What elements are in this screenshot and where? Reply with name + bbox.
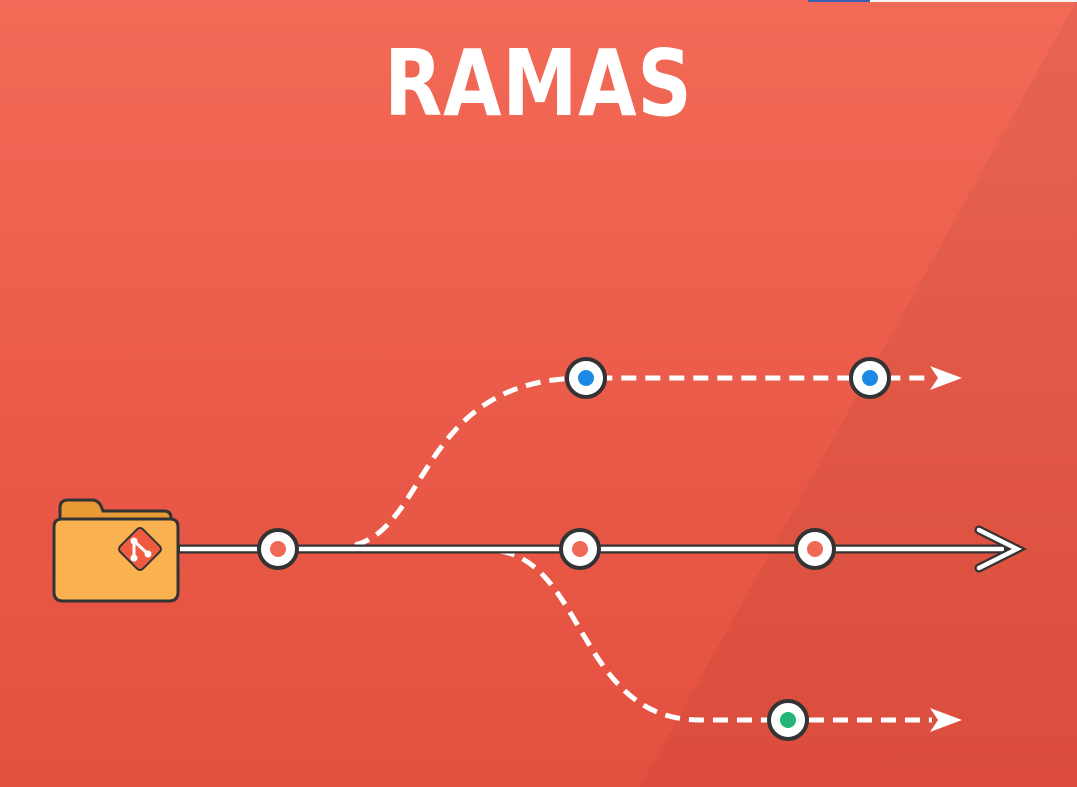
branch-diagram — [52, 357, 1028, 741]
upper-branch-line — [354, 375, 932, 548]
upper-commit-2 — [849, 357, 891, 399]
slide-background: RAMAS — [0, 0, 1077, 787]
main-commit-2 — [559, 528, 601, 570]
lower-branch-arrowhead — [930, 708, 962, 732]
upper-commit-1 — [565, 357, 607, 399]
main-commit-1 — [257, 528, 299, 570]
lower-commit-1 — [767, 699, 809, 741]
lower-branch-line — [499, 548, 932, 723]
main-commit-3 — [794, 528, 836, 570]
upper-branch-arrowhead — [930, 366, 962, 390]
